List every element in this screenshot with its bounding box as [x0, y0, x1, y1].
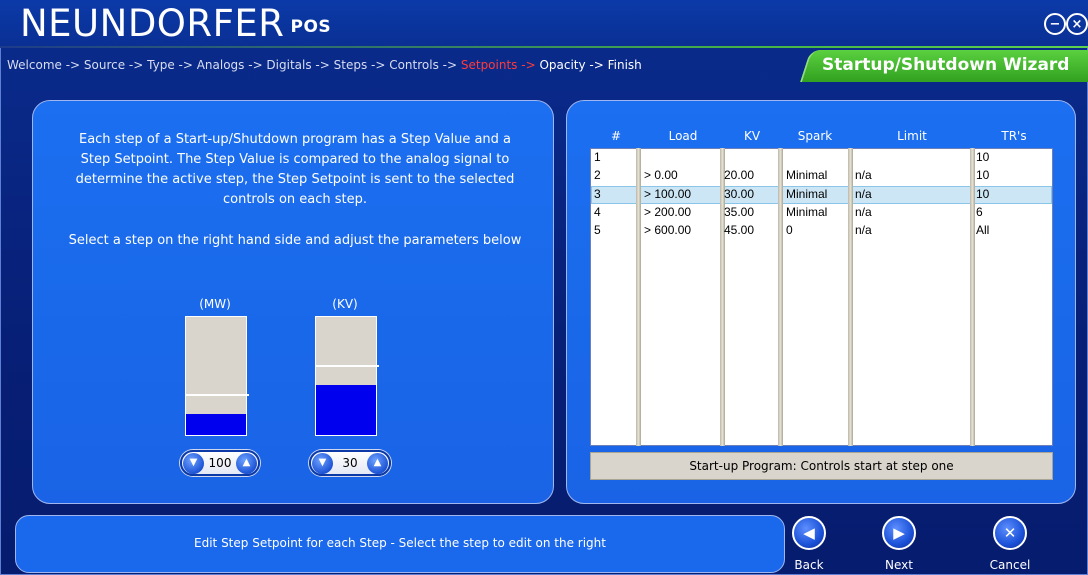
table-cell[interactable]: > 0.00: [644, 168, 678, 182]
wizard-title: Startup/Shutdown Wizard: [822, 55, 1070, 75]
instructions-line: controls on each step.: [222, 192, 368, 207]
cancel-label[interactable]: Cancel: [980, 558, 1040, 572]
next-label[interactable]: Next: [869, 558, 929, 572]
instructions-line: Step Setpoint. The Step Value is compare…: [80, 152, 510, 167]
column-divider[interactable]: [636, 148, 641, 446]
kv-stepper: ▼ 30 ▲: [309, 450, 391, 476]
select-step-hint: Select a step on the right hand side and…: [68, 233, 522, 248]
column-header-kv[interactable]: KV: [726, 129, 778, 143]
status-message: Edit Step Setpoint for each Step - Selec…: [194, 536, 606, 550]
mw-gauge[interactable]: [185, 316, 249, 436]
mw-value: 100: [208, 456, 232, 470]
kv-gauge[interactable]: [315, 316, 379, 436]
table-cell[interactable]: 1: [594, 150, 601, 164]
table-cell[interactable]: 10: [976, 150, 989, 164]
close-window-button[interactable]: ×: [1066, 13, 1088, 35]
breadcrumb-steps-after: Opacity -> Finish: [539, 58, 642, 72]
column-divider[interactable]: [848, 148, 853, 446]
arrow-right-icon: ▶: [893, 524, 905, 542]
kv-gauge-marker[interactable]: [315, 365, 379, 367]
minimize-button[interactable]: −: [1044, 13, 1066, 35]
chevron-up-icon: ▲: [242, 457, 251, 468]
app-name: NEUNDORFER: [20, 2, 285, 45]
column-header-trs[interactable]: TR's: [976, 129, 1052, 143]
breadcrumb: Welcome -> Source -> Type -> Analogs -> …: [7, 58, 642, 72]
table-cell[interactable]: > 200.00: [644, 205, 691, 219]
header-accent-line: [0, 46, 1088, 48]
table-cell[interactable]: Minimal: [786, 187, 827, 201]
mw-gauge-fill: [186, 414, 246, 435]
table-cell[interactable]: n/a: [855, 168, 872, 182]
table-cell[interactable]: > 600.00: [644, 223, 691, 237]
app-logo: NEUNDORFER POS: [20, 3, 331, 48]
table-cell[interactable]: 5: [594, 223, 601, 237]
cancel-button[interactable]: ✕: [993, 516, 1027, 550]
arrow-left-icon: ◀: [803, 524, 815, 542]
column-header-number[interactable]: #: [596, 129, 636, 143]
next-button[interactable]: ▶: [882, 516, 916, 550]
table-cell[interactable]: n/a: [855, 205, 872, 219]
instructions-text: Each step of a Start-up/Shutdown program…: [52, 130, 538, 210]
back-label[interactable]: Back: [779, 558, 839, 572]
program-status: Start-up Program: Controls start at step…: [590, 452, 1053, 480]
breadcrumb-steps-before: Welcome -> Source -> Type -> Analogs -> …: [7, 58, 461, 72]
mw-stepper: ▼ 100 ▲: [180, 450, 260, 476]
table-cell[interactable]: > 100.00: [644, 187, 691, 201]
kv-gauge-label: (KV): [332, 297, 358, 311]
mw-decrement-button[interactable]: ▼: [183, 452, 204, 474]
table-cell[interactable]: 45.00: [724, 223, 754, 237]
instructions-line: Each step of a Start-up/Shutdown program…: [78, 132, 512, 147]
table-cell[interactable]: 20.00: [724, 168, 754, 182]
kv-gauge-fill: [316, 385, 376, 435]
table-cell[interactable]: 35.00: [724, 205, 754, 219]
table-cell[interactable]: 3: [594, 187, 601, 201]
table-cell[interactable]: 10: [976, 187, 989, 201]
title-bar: NEUNDORFER POS − ×: [0, 0, 1088, 48]
column-divider[interactable]: [970, 148, 975, 446]
table-cell[interactable]: 6: [976, 205, 983, 219]
column-header-spark[interactable]: Spark: [782, 129, 848, 143]
kv-value: 30: [342, 456, 358, 470]
table-cell[interactable]: Minimal: [786, 205, 827, 219]
breadcrumb-current-step: Setpoints ->: [460, 58, 540, 72]
column-header-load[interactable]: Load: [642, 129, 724, 143]
table-cell[interactable]: Minimal: [786, 168, 827, 182]
column-divider[interactable]: [778, 148, 783, 446]
kv-decrement-button[interactable]: ▼: [312, 452, 333, 474]
mw-increment-button[interactable]: ▲: [236, 452, 257, 474]
close-icon: ✕: [1003, 524, 1017, 542]
table-cell[interactable]: n/a: [855, 223, 872, 237]
back-button[interactable]: ◀: [792, 516, 826, 550]
minus-circle-icon: −: [1049, 16, 1061, 32]
mw-gauge-marker[interactable]: [185, 394, 249, 396]
chevron-up-icon: ▲: [373, 457, 382, 468]
table-cell[interactable]: 10: [976, 168, 989, 182]
column-header-limit[interactable]: Limit: [853, 129, 971, 143]
table-cell[interactable]: 2: [594, 168, 601, 182]
close-circle-icon: ×: [1071, 16, 1083, 32]
mw-gauge-label: (MW): [199, 297, 231, 311]
table-cell[interactable]: n/a: [855, 187, 872, 201]
table-cell[interactable]: All: [976, 223, 989, 237]
kv-increment-button[interactable]: ▲: [367, 452, 388, 474]
chevron-down-icon: ▼: [189, 457, 198, 468]
table-cell[interactable]: 4: [594, 205, 601, 219]
instructions-line: determine the active step, the Step Setp…: [75, 172, 515, 187]
app-suffix: POS: [290, 17, 332, 37]
table-cell[interactable]: 30.00: [724, 187, 754, 201]
table-cell[interactable]: 0: [786, 223, 793, 237]
chevron-down-icon: ▼: [318, 457, 327, 468]
